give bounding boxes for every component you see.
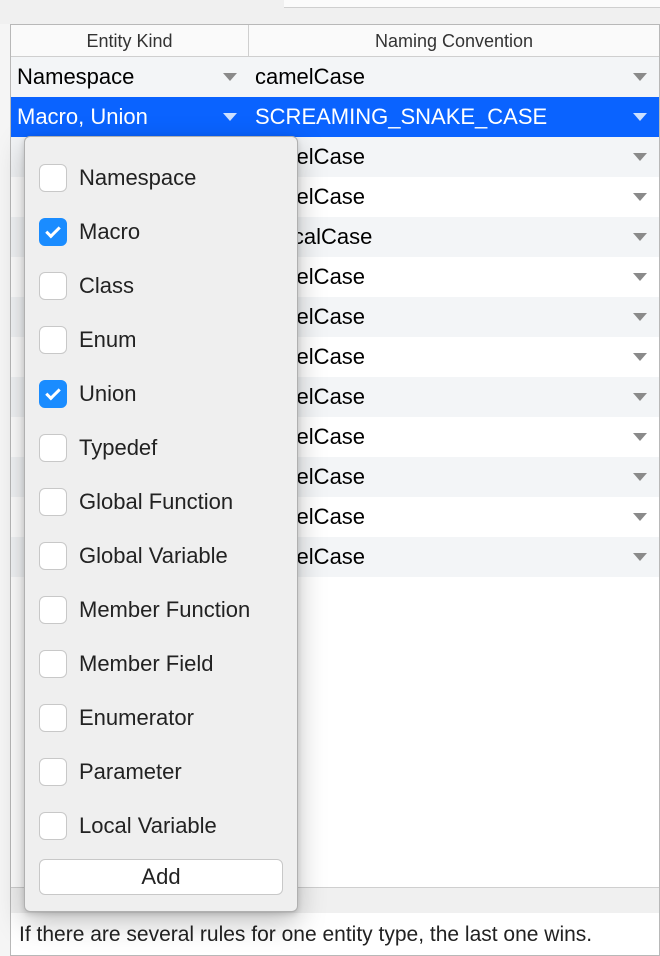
checkbox[interactable] [39, 704, 67, 732]
chevron-down-icon [223, 113, 237, 121]
checkbox[interactable] [39, 380, 67, 408]
convention-cell[interactable]: camelCase [249, 57, 659, 97]
entity-kind-option[interactable]: Member Function [39, 583, 283, 637]
checkbox[interactable] [39, 596, 67, 624]
entity-kind-option[interactable]: Global Function [39, 475, 283, 529]
entity-kind-value: Namespace [17, 64, 134, 90]
table-row[interactable]: Namespace camelCase [11, 57, 659, 97]
chevron-down-icon [633, 313, 647, 321]
chevron-down-icon [633, 73, 647, 81]
entity-kind-value: Macro, Union [17, 104, 148, 130]
checkbox[interactable] [39, 164, 67, 192]
option-label: Global Function [79, 489, 233, 515]
convention-cell[interactable]: camelCase [249, 337, 659, 377]
footer-hint-text: If there are several rules for one entit… [19, 923, 592, 946]
chevron-down-icon [633, 233, 647, 241]
entity-kind-option[interactable]: Enumerator [39, 691, 283, 745]
checkbox[interactable] [39, 758, 67, 786]
table-header: Entity Kind Naming Convention [11, 25, 659, 57]
entity-kind-option[interactable]: Enum [39, 313, 283, 367]
option-label: Union [79, 381, 136, 407]
checkbox[interactable] [39, 326, 67, 354]
add-button-label: Add [141, 864, 180, 890]
chevron-down-icon [223, 73, 237, 81]
convention-cell[interactable]: camelCase [249, 417, 659, 457]
checkmark-icon [45, 223, 61, 239]
convention-value: SCREAMING_SNAKE_CASE [255, 104, 547, 130]
convention-cell[interactable]: camelCase [249, 497, 659, 537]
checkbox[interactable] [39, 434, 67, 462]
checkbox[interactable] [39, 488, 67, 516]
checkbox[interactable] [39, 812, 67, 840]
chevron-down-icon [633, 153, 647, 161]
entity-kind-option[interactable]: Namespace [39, 151, 283, 205]
chevron-down-icon [633, 553, 647, 561]
convention-cell[interactable]: camelCase [249, 257, 659, 297]
entity-kind-option[interactable]: Member Field [39, 637, 283, 691]
checkbox[interactable] [39, 542, 67, 570]
option-label: Namespace [79, 165, 196, 191]
entity-kind-option[interactable]: Union [39, 367, 283, 421]
option-label: Typedef [79, 435, 157, 461]
table-row[interactable]: Macro, Union SCREAMING_SNAKE_CASE [11, 97, 659, 137]
entity-kind-popup: Namespace Macro Class Enum Union Typedef Globa… [24, 136, 298, 912]
chevron-down-icon [633, 353, 647, 361]
header-label: Entity Kind [86, 31, 172, 51]
option-label: Member Function [79, 597, 250, 623]
entity-kind-option[interactable]: Global Variable [39, 529, 283, 583]
entity-kind-option[interactable]: Macro [39, 205, 283, 259]
option-label: Enumerator [79, 705, 194, 731]
convention-cell[interactable]: camelCase [249, 137, 659, 177]
convention-cell[interactable]: camelCase [249, 377, 659, 417]
convention-cell[interactable]: PascalCase [249, 217, 659, 257]
convention-cell[interactable]: camelCase [249, 457, 659, 497]
chevron-down-icon [633, 273, 647, 281]
checkbox[interactable] [39, 218, 67, 246]
chevron-down-icon [633, 193, 647, 201]
option-label: Local Variable [79, 813, 217, 839]
checkbox[interactable] [39, 650, 67, 678]
entity-kind-option[interactable]: Typedef [39, 421, 283, 475]
option-label: Member Field [79, 651, 213, 677]
header-label: Naming Convention [375, 31, 533, 51]
chevron-down-icon [633, 473, 647, 481]
entity-kind-option[interactable]: Local Variable [39, 799, 283, 853]
convention-cell[interactable]: SCREAMING_SNAKE_CASE [249, 97, 659, 137]
convention-cell[interactable]: camelCase [249, 297, 659, 337]
checkbox[interactable] [39, 272, 67, 300]
option-label: Class [79, 273, 134, 299]
chevron-down-icon [633, 513, 647, 521]
entity-kind-cell[interactable]: Macro, Union [11, 97, 249, 137]
top-background [0, 0, 660, 24]
convention-cell[interactable]: camelCase [249, 177, 659, 217]
option-label: Parameter [79, 759, 182, 785]
footer-hint: If there are several rules for one entit… [19, 923, 592, 947]
entity-kind-cell[interactable]: Namespace [11, 57, 249, 97]
header-naming-convention[interactable]: Naming Convention [249, 25, 659, 56]
chevron-down-icon [633, 113, 647, 121]
chevron-down-icon [633, 393, 647, 401]
convention-value: camelCase [255, 64, 365, 90]
header-entity-kind[interactable]: Entity Kind [11, 25, 249, 56]
entity-kind-option[interactable]: Parameter [39, 745, 283, 799]
option-label: Macro [79, 219, 140, 245]
convention-cell[interactable]: camelCase [249, 537, 659, 577]
option-label: Enum [79, 327, 136, 353]
checkmark-icon [45, 385, 61, 401]
option-label: Global Variable [79, 543, 228, 569]
entity-kind-option[interactable]: Class [39, 259, 283, 313]
top-field-sliver [284, 0, 660, 8]
add-button[interactable]: Add [39, 859, 283, 895]
chevron-down-icon [633, 433, 647, 441]
